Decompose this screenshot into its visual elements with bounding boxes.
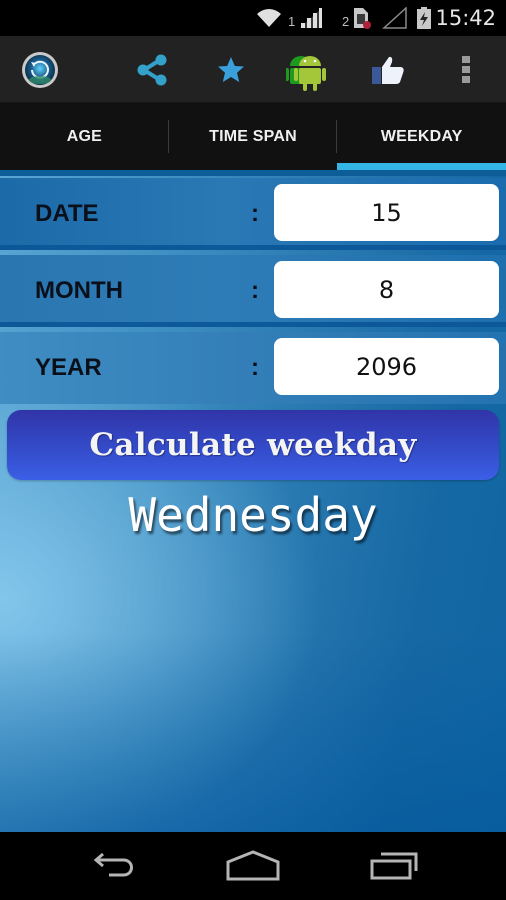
navigation-bar [0,832,506,900]
date-input[interactable] [274,184,499,241]
sim2-label: 2 [342,13,350,29]
panel-top-band [0,170,506,176]
battery-charging-icon [416,0,432,36]
back-icon[interactable] [62,832,162,900]
month-label: MONTH [35,277,123,304]
date-row: DATE : [0,178,506,250]
app-logo-icon[interactable] [18,36,62,103]
calculate-weekday-button[interactable]: Calculate weekday [7,410,499,480]
tab-label: AGE [66,127,102,145]
weekday-result: Wednesday [128,488,378,542]
wifi-icon [256,0,282,36]
year-label: YEAR [35,354,102,381]
signal-empty-icon [382,0,408,36]
year-colon: : [251,354,259,381]
tab-label: TIME SPAN [209,127,297,145]
overflow-menu-icon[interactable] [452,36,480,103]
tab-weekday[interactable]: WEEKDAY [337,103,506,170]
clock: 15:42 [435,6,496,30]
thumbs-up-icon[interactable] [366,36,410,103]
tab-bar: AGE TIME SPAN WEEKDAY [0,103,506,170]
signal-icon [298,0,324,36]
month-input[interactable] [274,261,499,318]
date-label: DATE [35,200,99,227]
tab-age[interactable]: AGE [0,103,169,170]
tab-time-span[interactable]: TIME SPAN [169,103,338,170]
share-icon[interactable] [130,36,174,103]
action-bar [0,36,506,103]
month-colon: : [251,277,259,304]
year-row: YEAR : [0,332,506,404]
home-icon[interactable] [203,832,303,900]
android-icon[interactable] [284,36,336,103]
star-icon[interactable] [209,36,253,103]
tab-label: WEEKDAY [380,127,463,145]
year-input[interactable] [274,338,499,395]
status-bar: 1 2 15:42 [0,0,506,36]
weekday-panel: DATE : MONTH : YEAR : Calculate weekday … [0,170,506,832]
month-row: MONTH : [0,255,506,327]
recents-icon[interactable] [345,832,445,900]
sim1-label: 1 [288,13,296,29]
sim-card-blocked-icon [352,0,372,36]
date-colon: : [251,200,259,227]
